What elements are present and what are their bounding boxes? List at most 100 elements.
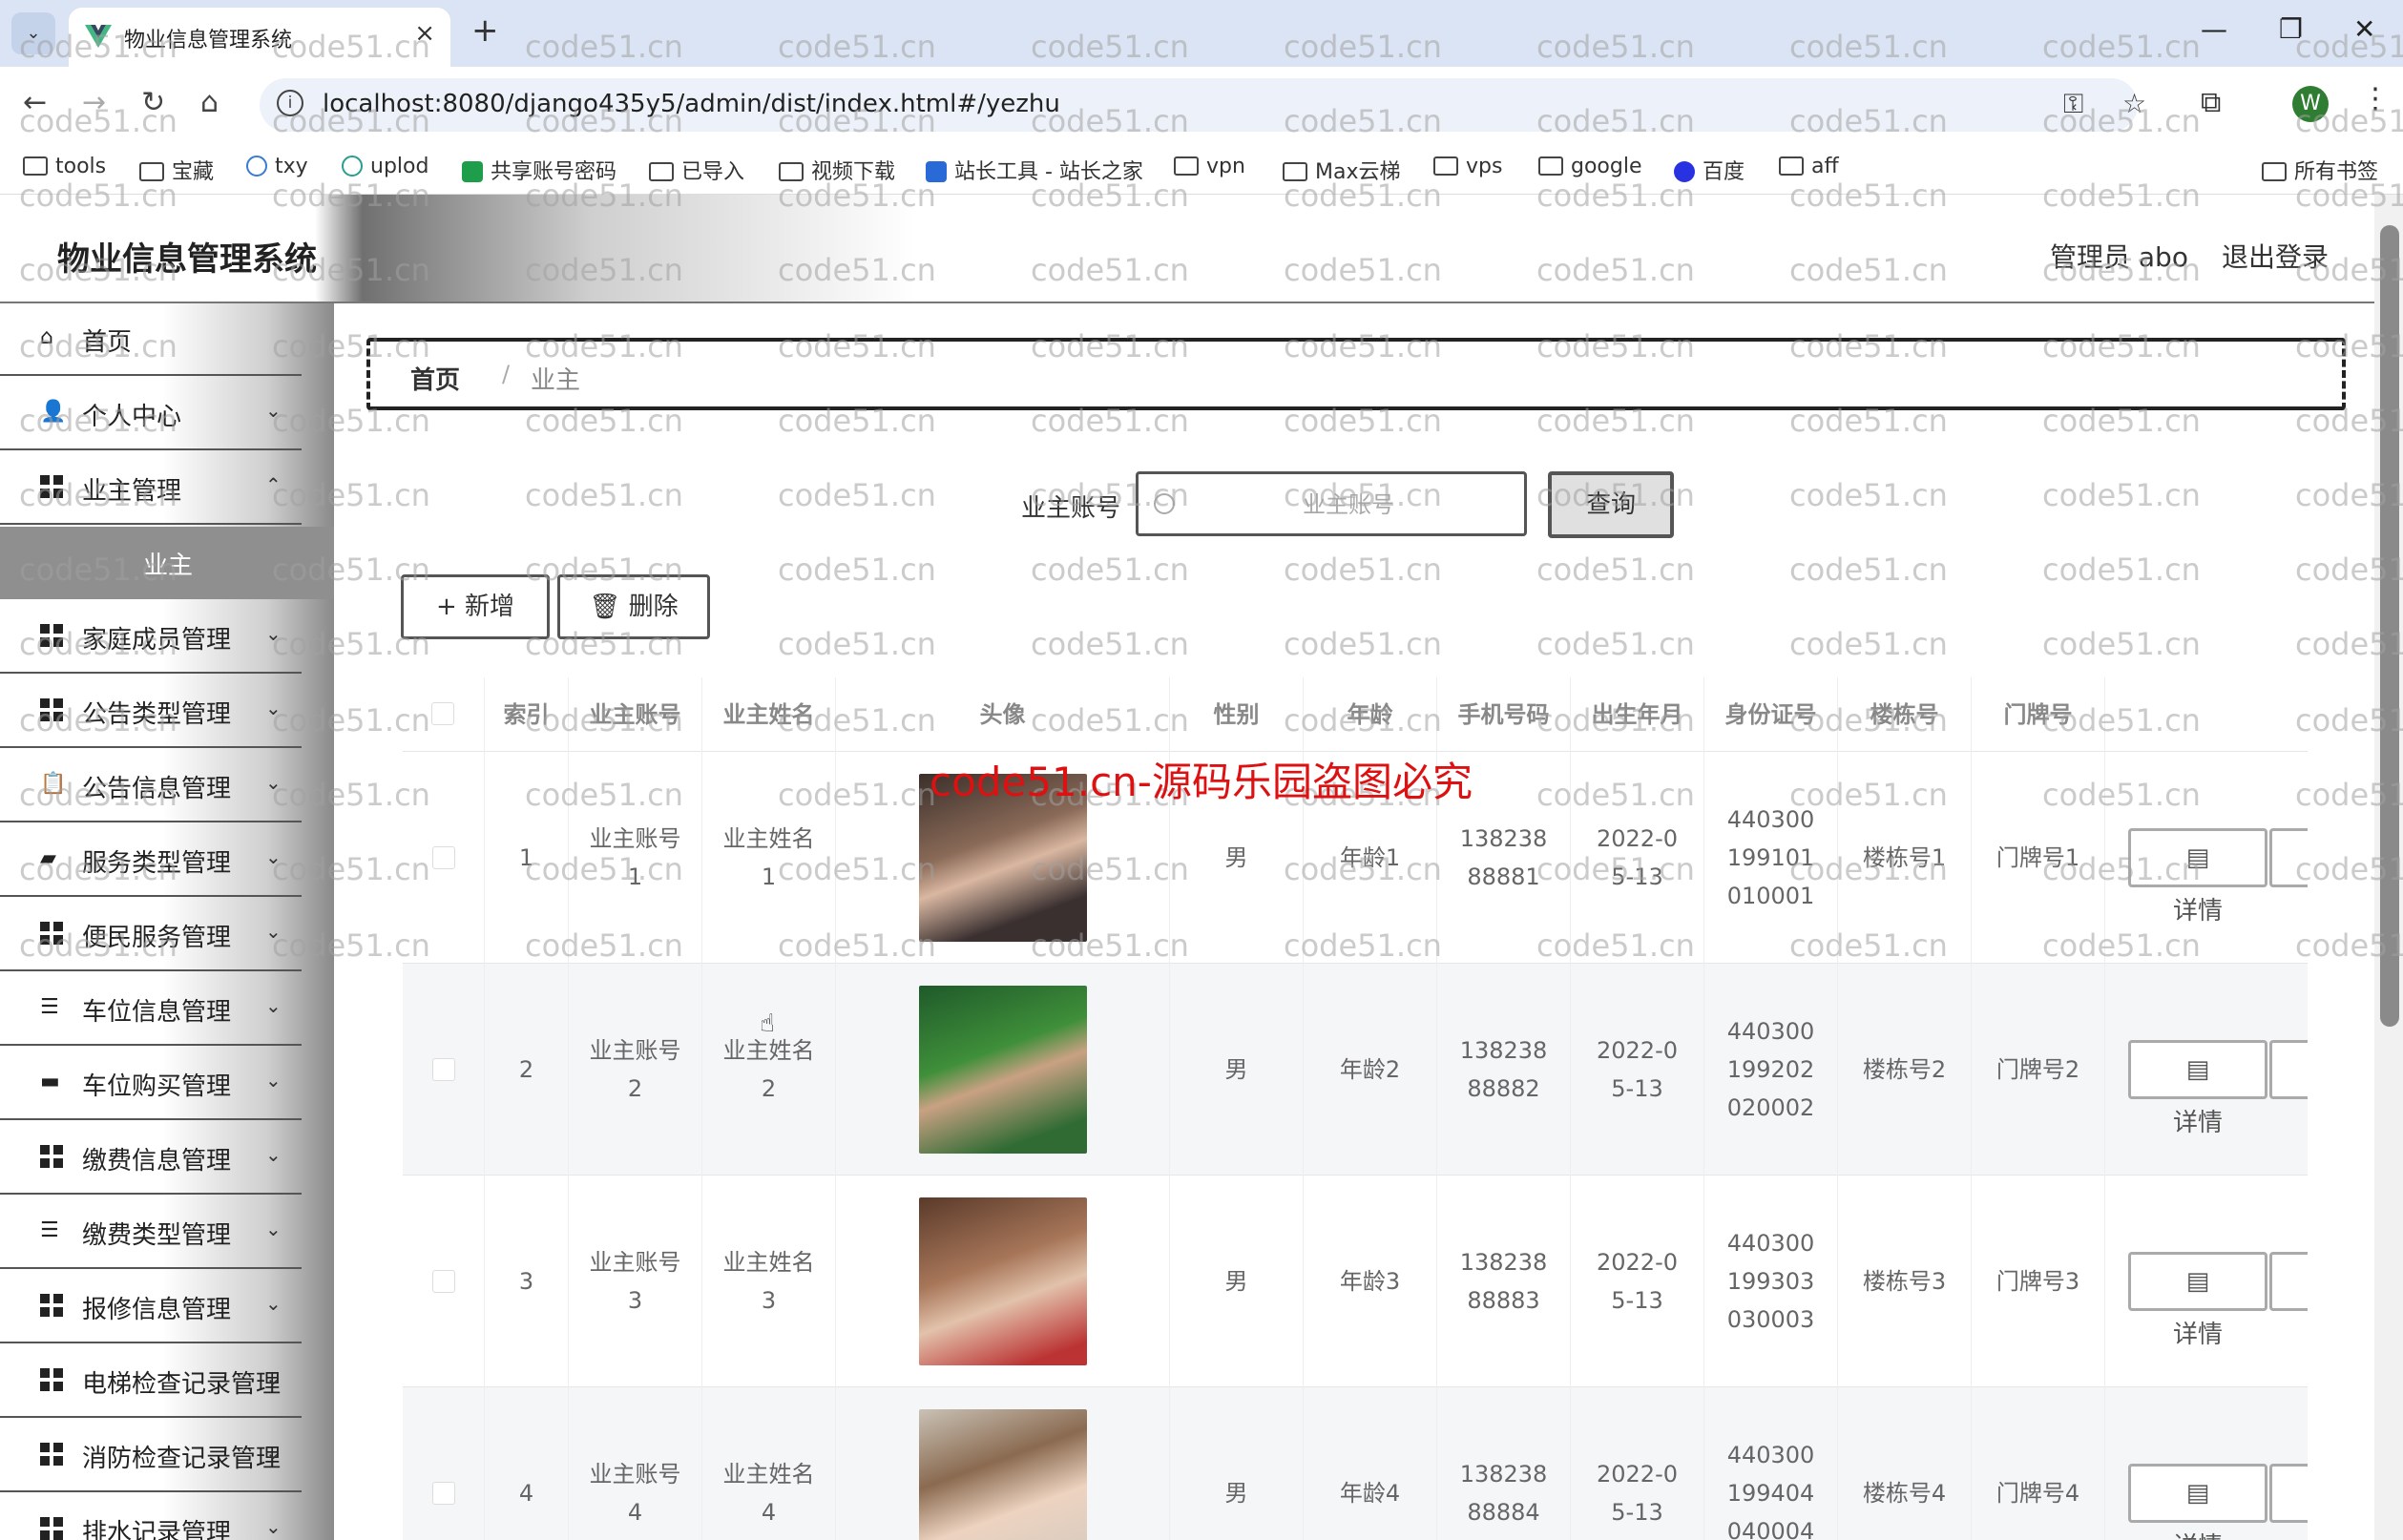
browser-tab[interactable]: 物业信息管理系统 ×: [69, 8, 450, 67]
red-watermark: code51.cn-源码乐园盗图必究: [930, 759, 1473, 805]
minimize-icon[interactable]: —: [2201, 13, 2227, 45]
row-checkbox[interactable]: [431, 1482, 455, 1505]
sidebar-item-convenience-mgmt[interactable]: 便民服务管理 ⌄: [0, 899, 302, 971]
row-checkbox[interactable]: [431, 1270, 455, 1293]
sidebar-item-personal-center[interactable]: 👤 个人中心 ⌄: [0, 378, 302, 450]
grid-icon: [40, 475, 63, 498]
omnibox[interactable]: i localhost:8080/django435y5/admin/dist/…: [260, 78, 2146, 132]
cell-name: 业主姓名3: [702, 1176, 836, 1387]
bookmark-baidu[interactable]: 百度: [1674, 155, 1745, 185]
bookmark-imported[interactable]: 已导入: [649, 155, 744, 185]
close-tab-icon[interactable]: ×: [414, 19, 435, 48]
sidebar-item-drainage-mgmt[interactable]: 排水记录管理 ⌄: [0, 1494, 302, 1540]
back-icon[interactable]: ←: [23, 86, 47, 119]
phone-value: 13823888884: [1459, 1461, 1548, 1526]
query-button[interactable]: 查询: [1548, 471, 1674, 538]
bookmark-video-download[interactable]: 视频下载: [779, 155, 895, 185]
logout-link[interactable]: 退出登录: [2222, 237, 2329, 275]
id-card-value: 440300199303030003: [1726, 1230, 1815, 1333]
profile-avatar[interactable]: W: [2292, 86, 2329, 122]
page-scrollbar-thumb[interactable]: [2380, 225, 2399, 1027]
sidebar-item-fire-mgmt[interactable]: 消防检查记录管理 ⌄: [0, 1420, 302, 1492]
select-all-checkbox[interactable]: [431, 702, 454, 725]
url-text[interactable]: localhost:8080/django435y5/admin/dist/in…: [323, 90, 1060, 118]
bookmark-tools[interactable]: tools: [23, 155, 106, 178]
detail-button[interactable]: ▤ 详情: [2128, 1464, 2267, 1540]
bookmark-vpn[interactable]: vpn: [1174, 155, 1245, 178]
bookmark-chinaz[interactable]: 站长工具 - 站长之家: [926, 155, 1143, 185]
cell-birth: 2022-05-13: [1571, 1387, 1704, 1540]
sidebar-item-elevator-mgmt[interactable]: 电梯检查记录管理 ⌄: [0, 1345, 302, 1418]
row-checkbox[interactable]: [431, 846, 455, 869]
folder-icon: [1283, 162, 1307, 181]
bookmark-aff[interactable]: aff: [1779, 155, 1839, 178]
bookmark-max[interactable]: Max云梯: [1283, 155, 1400, 185]
more-action-button[interactable]: [2269, 1464, 2308, 1523]
sidebar-item-payment-type-mgmt[interactable]: ☰ 缴费类型管理 ⌄: [0, 1197, 302, 1269]
folder-icon: [2262, 162, 2287, 181]
bookmark-txy[interactable]: txy: [246, 155, 308, 178]
bookmark-star-icon[interactable]: ☆: [2122, 88, 2146, 119]
sidebar-item-service-type-mgmt[interactable]: ▰ 服务类型管理 ⌄: [0, 824, 302, 897]
cell-birth: 2022-05-13: [1571, 1176, 1704, 1387]
chevron-up-icon: ⌃: [265, 473, 282, 496]
avatar-image: [918, 1197, 1087, 1365]
close-window-icon[interactable]: ✕: [2353, 13, 2375, 45]
chevron-down-icon: ⌄: [265, 771, 282, 794]
wallet-icon: ▰: [40, 846, 56, 870]
sidebar-item-family-mgmt[interactable]: 家庭成员管理 ⌄: [0, 601, 302, 674]
breadcrumb-home[interactable]: 首页: [410, 361, 460, 396]
sidebar-item-parking-buy-mgmt[interactable]: ▬ 车位购买管理 ⌄: [0, 1048, 302, 1120]
cell-age: 年龄2: [1304, 964, 1437, 1176]
sidebar-item-repair-mgmt[interactable]: 报修信息管理 ⌄: [0, 1271, 302, 1343]
bookmark-vps[interactable]: vps: [1433, 155, 1502, 178]
cell-id-card: 440300199303030003: [1704, 1176, 1838, 1387]
reload-icon[interactable]: ↻: [141, 86, 165, 119]
phone-value: 13823888882: [1459, 1037, 1548, 1102]
restore-icon[interactable]: ❐: [2279, 13, 2303, 45]
search-field[interactable]: [1136, 471, 1527, 536]
cell-account: 业主账号4: [569, 1387, 702, 1540]
forward-icon[interactable]: →: [82, 86, 106, 119]
row-checkbox[interactable]: [431, 1058, 455, 1081]
cell-gender: 男: [1170, 1176, 1304, 1387]
detail-button[interactable]: ▤ 详情: [2128, 1252, 2267, 1349]
all-bookmarks[interactable]: 所有书签: [2262, 155, 2378, 185]
cell-age: 年龄4: [1304, 1387, 1437, 1540]
sidebar-item-notice-type-mgmt[interactable]: 公告类型管理 ⌄: [0, 676, 302, 748]
search-input[interactable]: [1186, 484, 1511, 526]
more-action-button[interactable]: [2269, 1040, 2308, 1099]
key-icon[interactable]: ⚿: [2063, 88, 2083, 120]
menu-kebab-icon[interactable]: ⋮: [2361, 82, 2390, 115]
home-browser-icon[interactable]: ⌂: [200, 86, 219, 119]
new-tab-icon[interactable]: +: [471, 11, 499, 50]
sidebar-item-notice-info-mgmt[interactable]: 📋 公告信息管理 ⌄: [0, 750, 302, 822]
grid-icon: [40, 1443, 63, 1466]
index-value: 3: [518, 1268, 534, 1295]
bookmark-uplod[interactable]: uplod: [342, 155, 428, 178]
cell-phone: 13823888884: [1437, 1387, 1571, 1540]
tab-search-icon[interactable]: ⌄: [11, 12, 55, 54]
cell-id-card: 440300199404040004: [1704, 1387, 1838, 1540]
bookmark-shared-accounts[interactable]: 共享账号密码: [462, 155, 616, 185]
sidebar-item-home[interactable]: ⌂ 首页: [0, 303, 302, 376]
detail-button[interactable]: ▤ 详情: [2128, 828, 2267, 926]
document-icon: ▤: [2185, 1055, 2210, 1084]
more-action-button[interactable]: [2269, 828, 2308, 887]
detail-button[interactable]: ▤ 详情: [2128, 1040, 2267, 1137]
sidebar-item-parking-info-mgmt[interactable]: ☰ 车位信息管理 ⌄: [0, 973, 302, 1046]
extensions-icon[interactable]: ⧉: [2201, 86, 2221, 119]
add-button[interactable]: + 新增: [401, 574, 550, 639]
bookmark-baozang[interactable]: 宝藏: [139, 155, 214, 185]
site-info-icon[interactable]: i: [277, 90, 303, 116]
sidebar-item-owner[interactable]: 业主: [0, 527, 334, 599]
delete-button[interactable]: 🗑 删除: [557, 574, 710, 639]
more-action-button[interactable]: [2269, 1252, 2308, 1311]
gender-value: 男: [1224, 1056, 1248, 1083]
sidebar-item-payment-info-mgmt[interactable]: 缴费信息管理 ⌄: [0, 1122, 302, 1195]
account-value: 业主账号4: [589, 1461, 681, 1526]
cell-building: 楼栋号1: [1838, 752, 1972, 964]
chevron-down-icon: ⌄: [265, 1366, 282, 1389]
sidebar-item-owner-mgmt[interactable]: 业主管理 ⌃: [0, 452, 302, 525]
bookmark-google[interactable]: google: [1538, 155, 1642, 178]
